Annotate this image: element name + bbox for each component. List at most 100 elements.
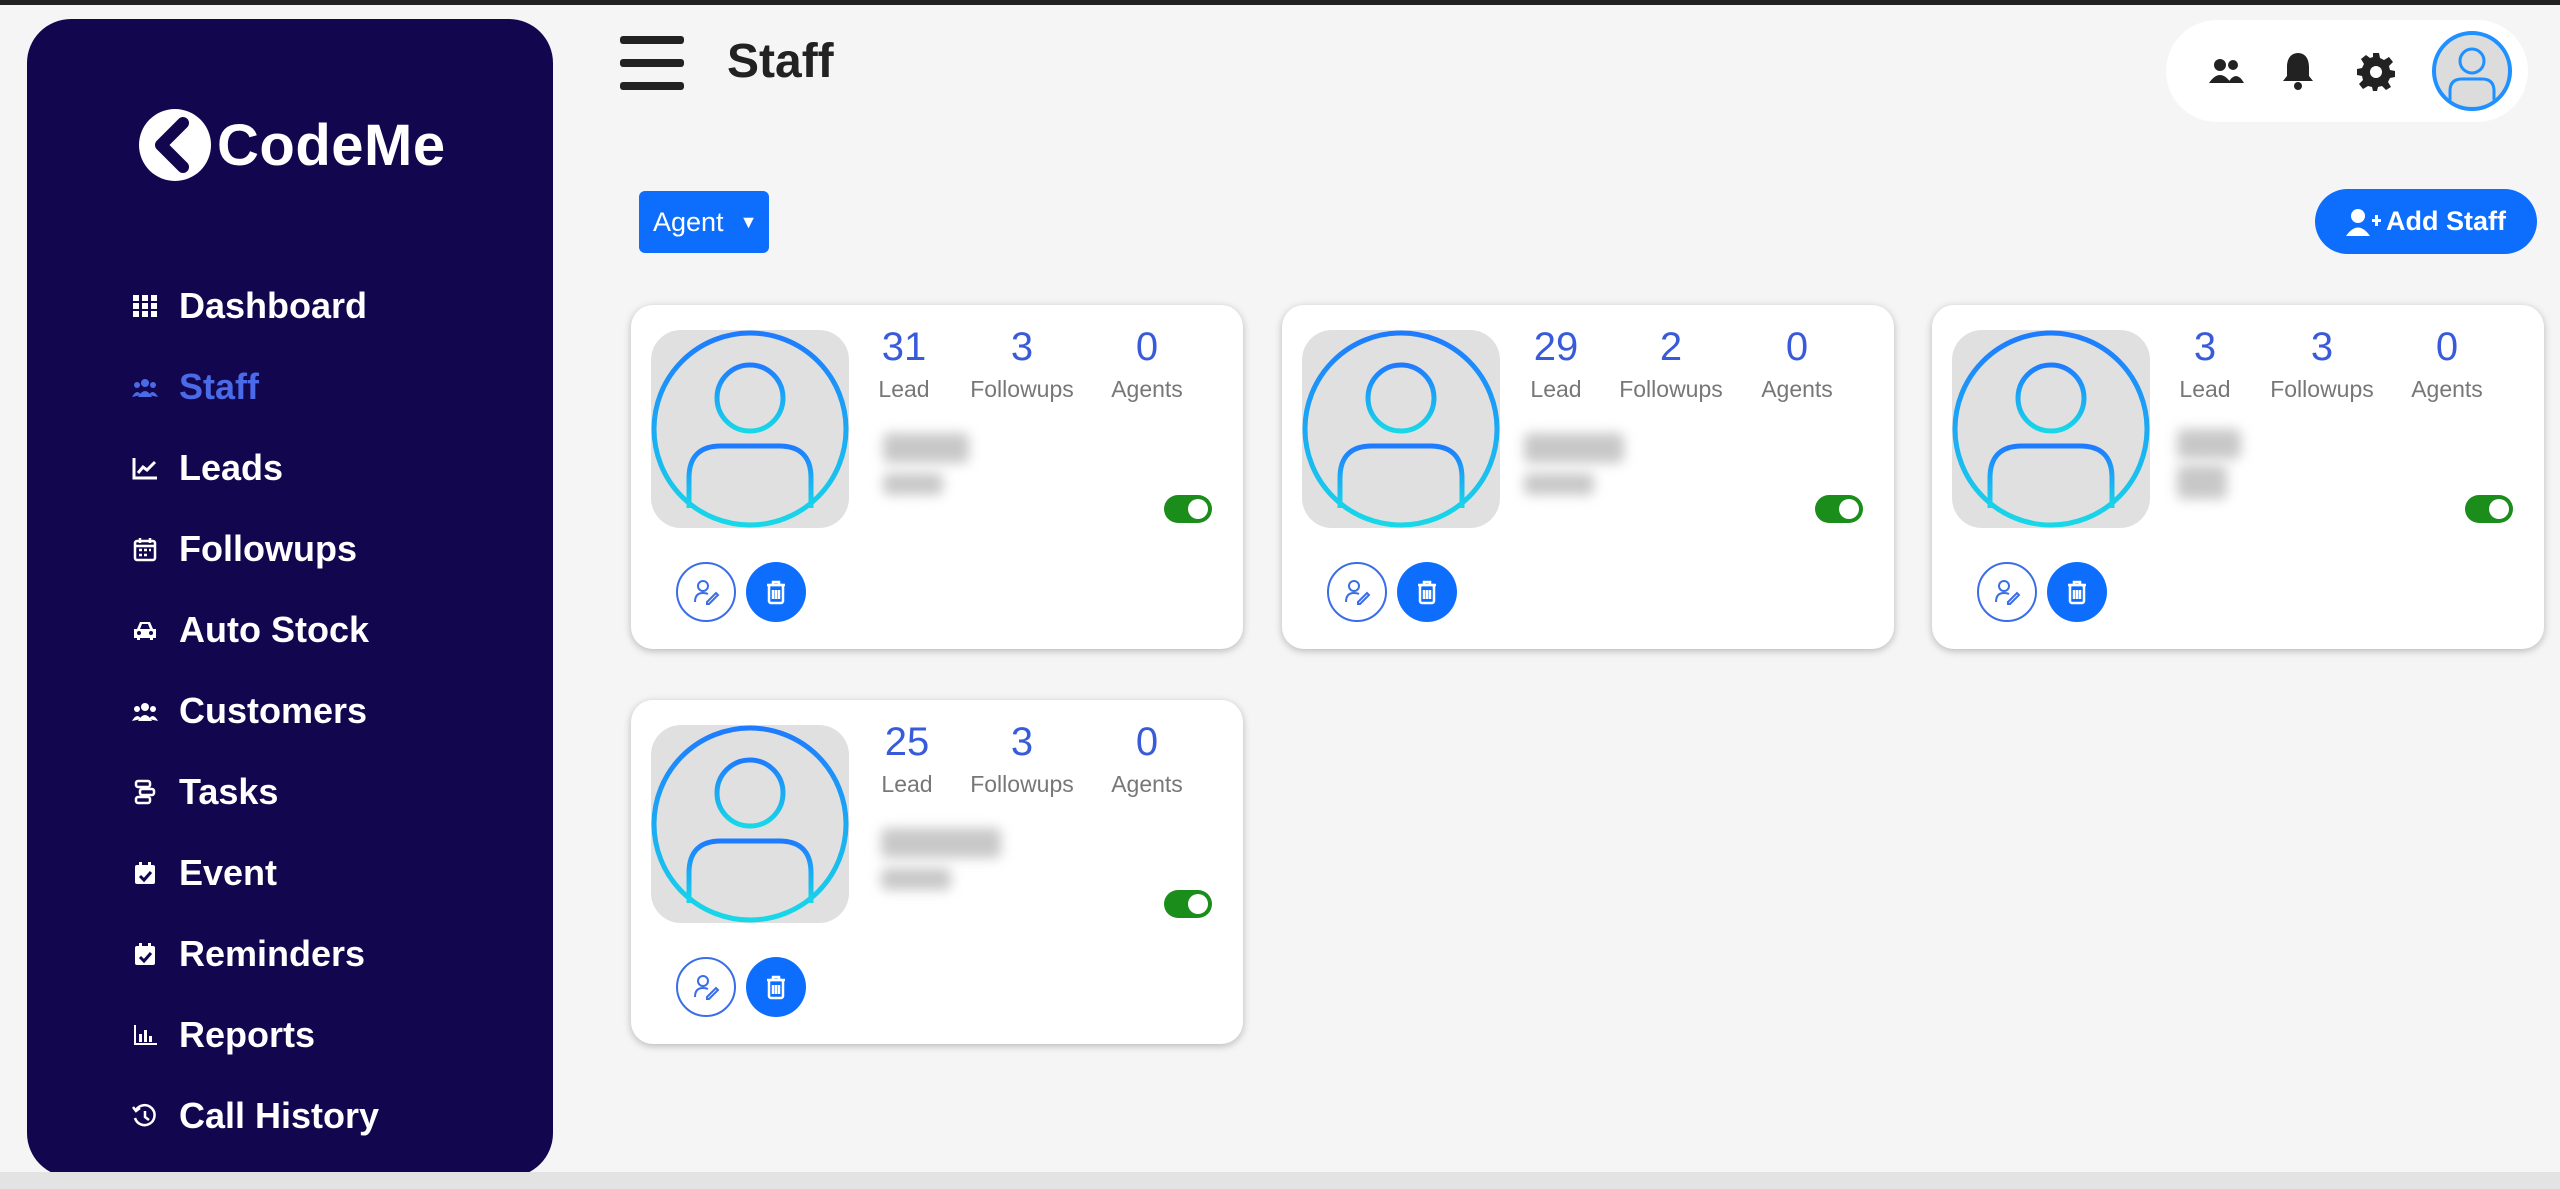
role-filter-value: Agent: [653, 206, 724, 237]
edit-staff-button[interactable]: [676, 562, 736, 622]
sidebar-item-followups[interactable]: Followups: [129, 508, 379, 589]
agents-stat: 0 Agents: [1737, 325, 1857, 403]
caret-down-icon: ▼: [739, 211, 758, 232]
sidebar-item-event[interactable]: Event: [129, 832, 379, 913]
user-icon: [2448, 47, 2496, 101]
delete-staff-button[interactable]: [746, 957, 806, 1017]
active-toggle[interactable]: [2465, 495, 2513, 523]
followups-count: 3: [1010, 720, 1034, 764]
staff-card: 31 Lead 3 Followups 0 Agents: [631, 305, 1243, 649]
role-filter-select[interactable]: Agent ▼: [639, 191, 769, 253]
sidebar-item-label: Followups: [179, 527, 357, 569]
followups-label: Followups: [970, 771, 1074, 797]
codeme-logo-icon: [139, 109, 211, 181]
lead-stat: 29 Lead: [1496, 325, 1616, 403]
sidebar-item-label: Reminders: [179, 932, 366, 974]
agents-count: 0: [1785, 325, 1809, 369]
sidebar-item-label: Leads: [179, 446, 284, 488]
sidebar-item-call-history[interactable]: Call History: [129, 1075, 379, 1156]
user-edit-icon: [694, 580, 720, 605]
lead-label: Lead: [878, 376, 930, 402]
agents-label: Agents: [1761, 376, 1833, 402]
sidebar-item-customers[interactable]: Customers: [129, 670, 379, 751]
car-icon: [129, 614, 161, 646]
sidebar-item-label: Call History: [179, 1094, 380, 1136]
user-icon: [651, 330, 849, 528]
followups-count: 3: [2310, 325, 2334, 369]
sidebar-item-label: Staff: [179, 365, 259, 407]
sidebar-item-label: Reports: [179, 1013, 316, 1055]
user-edit-icon: [1345, 580, 1371, 605]
agents-label: Agents: [1111, 376, 1183, 402]
followups-count: 3: [1010, 325, 1034, 369]
user-icon: [1952, 330, 2150, 528]
lead-label: Lead: [2179, 376, 2231, 402]
sidebar: CodeMe Dashboard Staff Leads Followups A…: [27, 19, 553, 1177]
users-icon: [129, 695, 161, 727]
users-icon[interactable]: [2206, 51, 2246, 91]
staff-avatar: [651, 725, 849, 923]
followups-label: Followups: [970, 376, 1074, 402]
logo-text: CodeMe: [217, 112, 446, 178]
bell-icon[interactable]: [2278, 49, 2318, 93]
sidebar-item-dashboard[interactable]: Dashboard: [129, 265, 379, 346]
lead-count: 31: [881, 325, 927, 369]
active-toggle[interactable]: [1815, 495, 1863, 523]
redacted-name: [2177, 429, 2241, 459]
window-top-border: [0, 0, 2560, 5]
add-staff-label: Add Staff: [2386, 206, 2506, 236]
lead-count: 29: [1533, 325, 1579, 369]
users-icon: [129, 371, 161, 403]
agents-label: Agents: [2411, 376, 2483, 402]
agents-stat: 0 Agents: [1087, 720, 1207, 798]
header-toolbar: [2166, 20, 2528, 122]
staff-card: 25 Lead 3 Followups 0 Agents: [631, 700, 1243, 1044]
sidebar-item-label: Auto Stock: [179, 608, 370, 650]
delete-staff-button[interactable]: [746, 562, 806, 622]
tasks-icon: [129, 776, 161, 808]
user-avatar[interactable]: [2432, 31, 2512, 111]
chart-line-icon: [129, 452, 161, 484]
redacted-name: [883, 433, 969, 463]
followups-stat: 2 Followups: [1611, 325, 1731, 403]
lead-stat: 3 Lead: [2145, 325, 2265, 403]
sidebar-item-reminders[interactable]: Reminders: [129, 913, 379, 994]
hamburger-bar: [620, 59, 684, 67]
agents-label: Agents: [1111, 771, 1183, 797]
sidebar-item-reports[interactable]: Reports: [129, 994, 379, 1075]
active-toggle[interactable]: [1164, 495, 1212, 523]
agents-stat: 0 Agents: [2387, 325, 2507, 403]
redacted-detail: [881, 868, 951, 890]
trash-icon: [767, 975, 785, 1000]
sidebar-item-staff[interactable]: Staff: [129, 346, 379, 427]
grid-icon: [129, 290, 161, 322]
lead-stat: 25 Lead: [847, 720, 967, 798]
lead-label: Lead: [881, 771, 933, 797]
sidebar-item-tasks[interactable]: Tasks: [129, 751, 379, 832]
logo[interactable]: CodeMe: [137, 107, 446, 183]
delete-staff-button[interactable]: [2047, 562, 2107, 622]
lead-stat: 31 Lead: [844, 325, 964, 403]
history-icon: [129, 1100, 161, 1132]
sidebar-item-leads[interactable]: Leads: [129, 427, 379, 508]
hamburger-menu-button[interactable]: [620, 36, 684, 92]
gear-icon[interactable]: [2356, 51, 2396, 91]
followups-label: Followups: [1619, 376, 1723, 402]
page-title: Staff: [727, 35, 834, 88]
lead-count: 3: [2193, 325, 2217, 369]
delete-staff-button[interactable]: [1397, 562, 1457, 622]
sidebar-item-label: Event: [179, 851, 278, 893]
edit-staff-button[interactable]: [1327, 562, 1387, 622]
sidebar-item-auto-stock[interactable]: Auto Stock: [129, 589, 379, 670]
trash-icon: [2068, 580, 2086, 605]
followups-count: 2: [1659, 325, 1683, 369]
add-staff-button[interactable]: Add Staff: [2315, 189, 2537, 254]
followups-label: Followups: [2270, 376, 2374, 402]
sidebar-nav: Dashboard Staff Leads Followups Auto Sto…: [129, 265, 379, 1156]
calendar-icon: [129, 533, 161, 565]
edit-staff-button[interactable]: [676, 957, 736, 1017]
sidebar-item-label: Customers: [179, 689, 368, 731]
active-toggle[interactable]: [1164, 890, 1212, 918]
trash-icon: [767, 580, 785, 605]
edit-staff-button[interactable]: [1977, 562, 2037, 622]
